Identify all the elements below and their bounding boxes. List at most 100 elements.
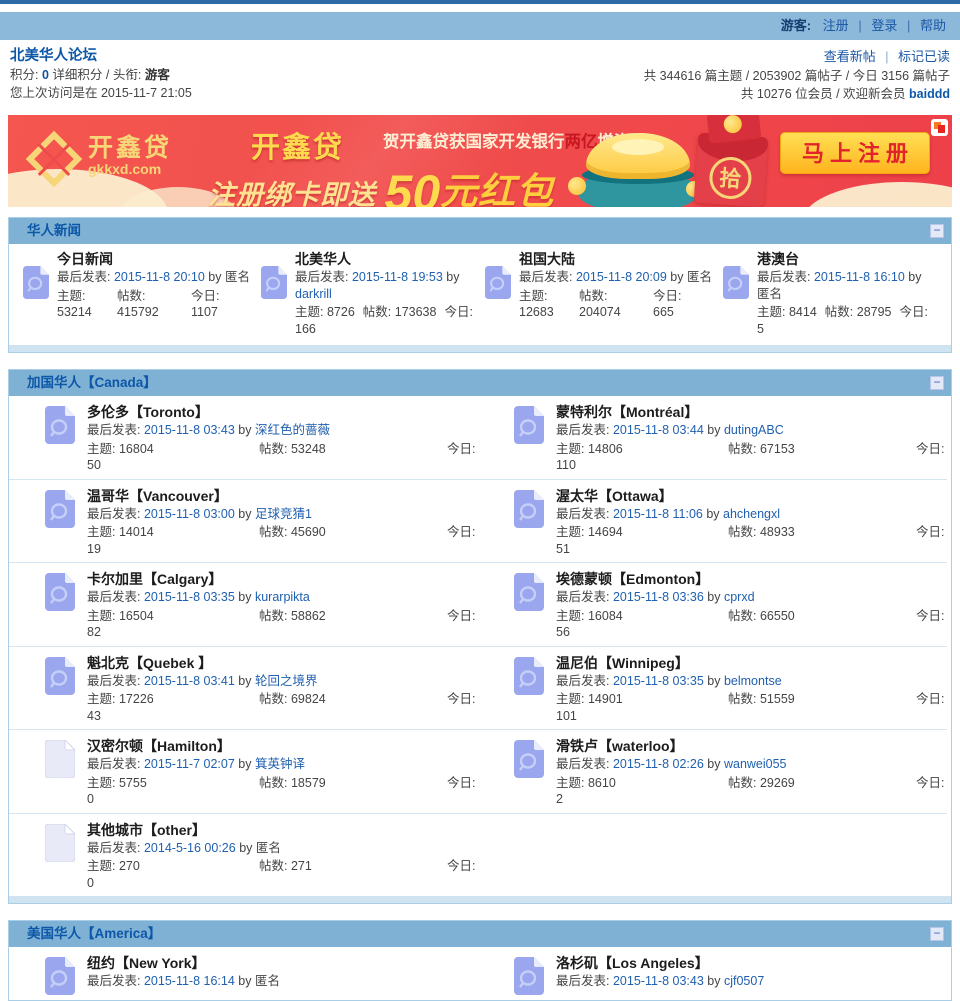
last-post-line: 最后发表: 2015-11-8 20:09 by 匿名	[519, 269, 713, 286]
last-post-date-link[interactable]: 2015-11-7 02:07	[144, 757, 235, 771]
last-post-user-link[interactable]: belmontse	[724, 674, 782, 688]
last-post-date-link[interactable]: 2014-5-16 00:26	[144, 841, 236, 855]
logo-title: 开鑫贷	[88, 134, 173, 162]
site-header-right: 查看新帖 | 标记已读 共 344616 篇主题 / 2053902 篇帖子 /…	[644, 47, 950, 103]
section-title: 加国华人【Canada】	[27, 375, 157, 390]
help-link[interactable]: 帮助	[920, 18, 946, 33]
last-post-user-link[interactable]: kurarpikta	[255, 590, 310, 604]
last-post-user-link[interactable]: wanwei055	[724, 757, 787, 771]
forum-row: 其他城市【other】 最后发表: 2014-5-16 00:26 by 匿名 主题…	[9, 812, 947, 897]
topics-count: 14694	[587, 525, 623, 539]
forum-link[interactable]: 汉密尔顿【Hamilton】	[87, 737, 478, 756]
posts-label: 帖数:	[728, 608, 757, 623]
forum-link[interactable]: 洛杉矶【Los Angeles】	[556, 954, 764, 973]
last-post-date-link[interactable]: 2015-11-8 11:06	[613, 507, 703, 521]
forum-link[interactable]: 多伦多【Toronto】	[87, 403, 478, 422]
last-post-date-link[interactable]: 2015-11-8 03:41	[144, 674, 235, 688]
last-post-label: 最后发表:	[556, 673, 610, 688]
by-label: by	[908, 270, 922, 284]
today-label: 今日:	[447, 525, 476, 539]
topics-label: 主题:	[57, 288, 86, 303]
topics-label: 主题:	[556, 692, 585, 706]
last-post-label: 最后发表:	[295, 270, 349, 284]
forum-link[interactable]: 埃德蒙顿【Edmonton】	[556, 570, 947, 589]
forum-cell: 其他城市【other】 最后发表: 2014-5-16 00:26 by 匿名 主题…	[9, 821, 478, 892]
forum-link[interactable]: 其他城市【other】	[87, 821, 478, 840]
forum-link[interactable]: 祖国大陆	[519, 250, 713, 269]
forum-link[interactable]: 温哥华【Vancouver】	[87, 487, 478, 506]
last-post-date-link[interactable]: 2015-11-8 03:43	[613, 974, 704, 988]
last-post-line: 最后发表: 2015-11-8 16:10 by 匿名	[757, 269, 937, 302]
forum-link[interactable]: 蒙特利尔【Montréal】	[556, 403, 947, 422]
collapse-button[interactable]: −	[930, 927, 944, 941]
last-post-date-link[interactable]: 2015-11-8 20:10	[114, 270, 205, 284]
by-label: by	[446, 270, 460, 284]
last-post-date-link[interactable]: 2015-11-8 03:35	[144, 590, 235, 604]
last-post-date-link[interactable]: 2015-11-8 16:10	[814, 270, 905, 284]
last-post-date-link[interactable]: 2015-11-8 03:35	[613, 674, 704, 688]
new-member-link[interactable]: baiddd	[909, 87, 950, 101]
view-new-posts-link[interactable]: 查看新帖	[824, 49, 876, 64]
last-post-line: 最后发表: 2015-11-8 03:00 by 足球竞猜1	[87, 506, 478, 523]
posts-count: 51559	[759, 692, 795, 706]
last-post-user-link[interactable]: 箕英钟译	[255, 757, 305, 771]
forum-cell: 温哥华【Vancouver】 最后发表: 2015-11-8 03:00 by 足…	[9, 487, 478, 558]
last-post-line: 最后发表: 2015-11-8 03:43 by 深红色的蔷薇	[87, 422, 478, 439]
section-footer-strip	[9, 345, 951, 352]
last-post-user-link[interactable]: darkrill	[295, 287, 332, 301]
forum-cell-north-america: 北美华人 最后发表: 2015-11-8 19:53 by darkrill 主…	[261, 250, 485, 337]
mark-read-link[interactable]: 标记已读	[898, 49, 950, 64]
today-count: 0	[87, 792, 94, 806]
last-post-user-link[interactable]: cprxd	[724, 590, 755, 604]
last-post-date-link[interactable]: 2015-11-8 16:14	[144, 974, 235, 988]
posts-label: 帖数:	[117, 288, 146, 303]
advertisement-banner[interactable]: 开鑫贷 gkkxd.com 开鑫贷 贺开鑫贷获国家开发银行两亿增资 注册绑卡即送…	[8, 115, 952, 207]
slash: /	[105, 68, 110, 82]
last-post-date-link[interactable]: 2015-11-8 02:26	[613, 757, 704, 771]
today-count: 110	[556, 458, 576, 472]
forum-link[interactable]: 港澳台	[757, 250, 937, 269]
last-post-user-link[interactable]: 足球竞猜1	[255, 507, 312, 521]
collapse-button[interactable]: −	[930, 376, 944, 390]
forum-link[interactable]: 魁北克【Quebek 】	[87, 654, 478, 673]
forum-link[interactable]: 滑铁卢【waterloo】	[556, 737, 947, 756]
last-post-user-link[interactable]: ahchengxl	[723, 507, 780, 521]
last-post-date-link[interactable]: 2015-11-8 03:36	[613, 590, 704, 604]
news-forums-grid: 今日新闻 最后发表: 2015-11-8 20:10 by 匿名 主题: 帖数:…	[9, 244, 951, 345]
collapse-button[interactable]: −	[930, 224, 944, 238]
forum-link[interactable]: 温尼伯【Winnipeg】	[556, 654, 947, 673]
topics-label: 主题:	[87, 775, 116, 790]
forum-link[interactable]: 纽约【New York】	[87, 954, 280, 973]
forum-home-link[interactable]: 北美华人论坛	[10, 47, 97, 66]
last-post-date-link[interactable]: 2015-11-8 03:00	[144, 507, 235, 521]
posts-label: 帖数:	[728, 441, 757, 456]
today-label: 今日:	[916, 608, 945, 623]
forum-stats: 主题: 8726 帖数: 173638 今日: 166	[295, 304, 475, 337]
ad-provider-icon[interactable]	[931, 119, 948, 136]
last-post-user-link[interactable]: 轮回之境界	[255, 674, 318, 688]
last-post-date-link[interactable]: 2015-11-8 19:53	[352, 270, 443, 284]
forum-link[interactable]: 北美华人	[295, 250, 475, 269]
register-now-button[interactable]: 马上注册	[780, 131, 930, 174]
forum-cell: 纽约【New York】 最后发表: 2015-11-8 16:14 by 匿名	[9, 954, 478, 995]
forum-link[interactable]: 卡尔加里【Calgary】	[87, 570, 478, 589]
login-link[interactable]: 登录	[871, 18, 897, 33]
posts-count: 18579	[290, 775, 326, 790]
last-post-user-link[interactable]: cjf0507	[724, 974, 764, 988]
score-value: 0	[41, 68, 49, 82]
last-post-user-link[interactable]: dutingABC	[724, 423, 784, 437]
last-post-date-link[interactable]: 2015-11-8 03:44	[613, 423, 704, 437]
today-label: 今日:	[916, 775, 945, 790]
register-link[interactable]: 注册	[823, 18, 849, 33]
score-detail-link[interactable]: 详细积分	[52, 68, 102, 82]
last-post-user-link[interactable]: 深红色的蔷薇	[255, 423, 330, 437]
forum-cell-hk-macau-taiwan: 港澳台 最后发表: 2015-11-8 16:10 by 匿名 主题: 8414…	[723, 250, 947, 337]
promo-suffix: 元红包	[440, 171, 555, 207]
last-post-date-link[interactable]: 2015-11-8 03:43	[144, 423, 235, 437]
new-posts-icon	[45, 406, 75, 474]
forum-link[interactable]: 今日新闻	[57, 250, 251, 269]
last-post-date-link[interactable]: 2015-11-8 20:09	[576, 270, 667, 284]
banner-headline: 开鑫贷	[251, 132, 345, 164]
topics-label: 主题:	[556, 775, 585, 790]
forum-link[interactable]: 渥太华【Ottawa】	[556, 487, 947, 506]
